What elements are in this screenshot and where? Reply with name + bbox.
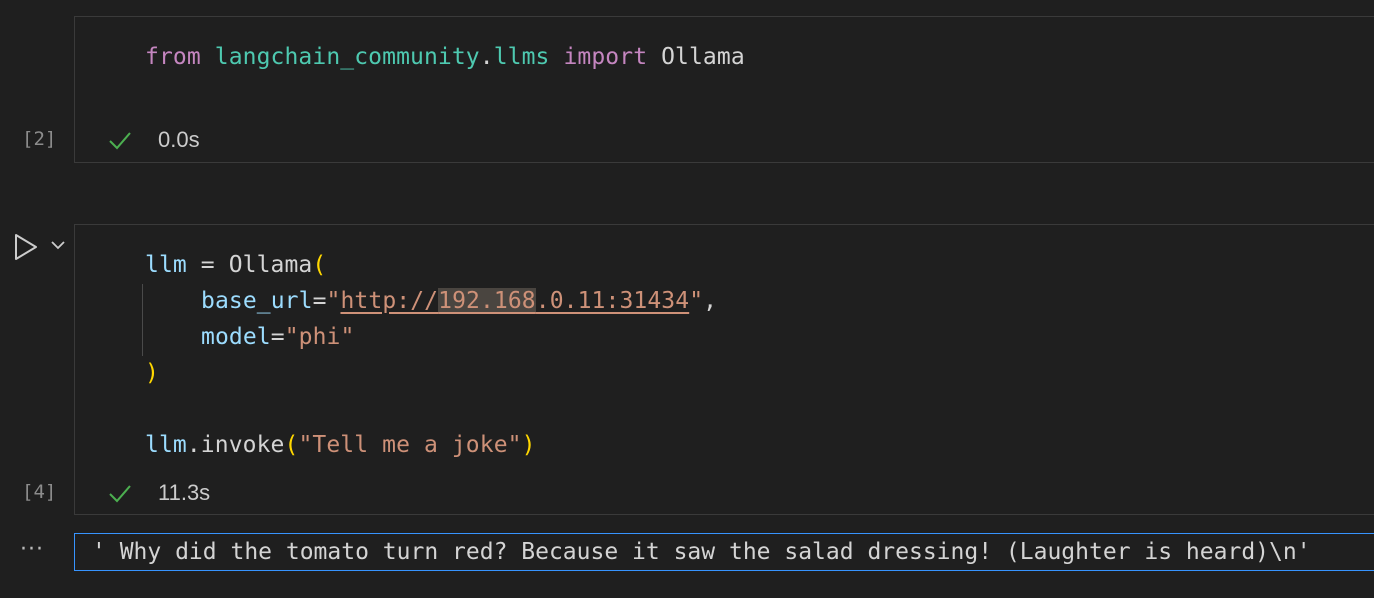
execution-duration: 11.3s <box>158 480 211 505</box>
bracket: ( <box>312 252 327 278</box>
keyword-import: import <box>563 44 648 70</box>
method-name: invoke <box>200 432 285 458</box>
execution-count: [4] <box>22 481 57 503</box>
string-literal: "Tell me a joke" <box>298 432 522 458</box>
code-line-3[interactable]: model="phi" <box>201 319 354 355</box>
submodule-name: llms <box>493 44 550 70</box>
check-icon <box>109 485 131 503</box>
code-cell-1[interactable]: from langchain_community.llms import Oll… <box>74 16 1374 163</box>
execution-duration: 0.0s <box>158 127 200 152</box>
bracket: ( <box>284 432 299 458</box>
url-link[interactable]: .0.11:31434 <box>536 288 689 314</box>
variable-llm: llm <box>145 432 187 458</box>
dot: . <box>186 432 201 458</box>
keyword-from: from <box>145 44 201 70</box>
output-more-actions[interactable]: ··· <box>20 537 44 562</box>
dot: . <box>479 44 494 70</box>
chevron-down-icon[interactable] <box>50 238 66 252</box>
code-line-5[interactable]: llm.invoke("Tell me a joke") <box>145 427 536 463</box>
cell-output[interactable]: ' Why did the tomato turn red? Because i… <box>74 533 1374 571</box>
indent-guide <box>142 284 143 356</box>
url-highlight[interactable]: 192.168 <box>438 288 536 314</box>
module-name: langchain_community <box>214 44 480 70</box>
string-quote: " <box>689 288 704 314</box>
code-line-4[interactable]: ) <box>145 355 159 391</box>
check-icon <box>109 132 131 150</box>
comma: , <box>703 288 718 314</box>
bracket: ) <box>521 432 536 458</box>
code-line-2[interactable]: base_url="http://192.168.0.11:31434", <box>201 283 717 319</box>
bracket: ) <box>145 360 159 386</box>
string-literal: "phi" <box>284 324 355 350</box>
code-line[interactable]: from langchain_community.llms import Oll… <box>145 39 745 75</box>
imported-name: Ollama <box>661 44 745 70</box>
param-model: model <box>201 324 271 350</box>
param-base-url: base_url <box>201 288 313 314</box>
string-quote: " <box>326 288 341 314</box>
execution-count: [2] <box>22 128 57 150</box>
operator: = <box>312 288 327 314</box>
run-cell-icon[interactable] <box>12 232 40 262</box>
operator: = <box>270 324 285 350</box>
url-link[interactable]: http:// <box>340 288 438 314</box>
code-cell-2[interactable]: llm = Ollama( base_url="http://192.168.0… <box>74 224 1374 515</box>
code-line-1[interactable]: llm = Ollama( <box>145 247 326 283</box>
operator: = <box>186 252 229 278</box>
variable-llm: llm <box>145 252 187 278</box>
function-name: Ollama <box>228 252 313 278</box>
